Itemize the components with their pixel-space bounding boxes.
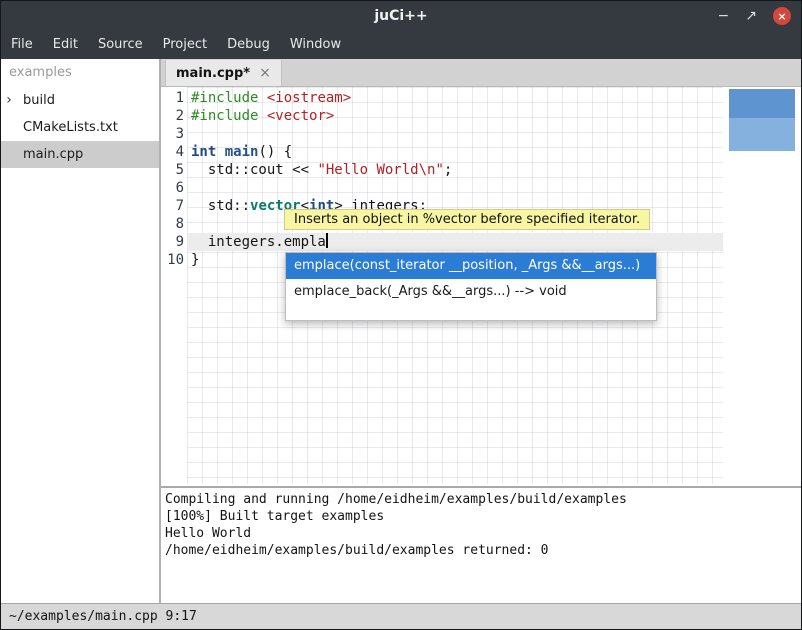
- window-title: juCi++: [1, 1, 801, 31]
- maximize-button[interactable]: ↗: [745, 9, 757, 23]
- code-line[interactable]: 5 std::cout << "Hello World\n";: [161, 161, 723, 179]
- tabbar: main.cpp* ×: [161, 59, 801, 87]
- code-line[interactable]: 2 #include <vector>: [161, 107, 723, 125]
- build-output-terminal[interactable]: Compiling and running /home/eidheim/exam…: [161, 488, 801, 603]
- code-token: }: [191, 252, 199, 268]
- text-cursor: [326, 233, 328, 248]
- code-line[interactable]: 9 integers.empla: [161, 233, 723, 251]
- tree-item-label: main.cpp: [23, 141, 83, 168]
- line-number: 3: [161, 125, 184, 143]
- code-text: integers.empla: [191, 233, 328, 251]
- titlebar[interactable]: juCi++ − ↗ ×: [1, 1, 801, 31]
- code-text: #include <vector>: [191, 107, 334, 125]
- statusbar-path: ~/examples/main.cpp 9:17: [9, 609, 197, 624]
- main-area: examples › build CMakeLists.txt main.cpp…: [1, 59, 801, 603]
- scrollbar-map[interactable]: [729, 89, 795, 151]
- tab-main-cpp[interactable]: main.cpp* ×: [165, 60, 282, 86]
- menu-item-source[interactable]: Source: [88, 31, 153, 59]
- code-token: #include: [191, 90, 258, 106]
- line-number: 6: [161, 179, 184, 197]
- line-number: 7: [161, 197, 184, 215]
- completion-item-emplace-back[interactable]: emplace_back(_Args &&__args...) --> void: [286, 279, 656, 305]
- menu-item-file[interactable]: File: [1, 31, 43, 59]
- code-token: integers.empla: [191, 234, 326, 250]
- code-token: std::: [191, 198, 250, 214]
- file-tree-sidebar: examples › build CMakeLists.txt main.cpp: [1, 59, 161, 603]
- menubar: File Edit Source Project Debug Window: [1, 31, 801, 59]
- line-number: 4: [161, 143, 184, 161]
- code-token: main: [225, 144, 259, 160]
- code-token: [258, 108, 266, 124]
- terminal-line: /home/eidheim/examples/build/examples re…: [165, 542, 801, 559]
- code-lines: 1 #include <iostream> 2 #include <vector…: [161, 89, 723, 269]
- code-text: int main() {: [191, 143, 292, 161]
- tab-close-icon[interactable]: ×: [259, 66, 271, 80]
- code-line[interactable]: 1 #include <iostream>: [161, 89, 723, 107]
- code-token: <vector>: [267, 108, 334, 124]
- terminal-line: Hello World: [165, 525, 801, 542]
- line-number: 8: [161, 215, 184, 233]
- statusbar: ~/examples/main.cpp 9:17: [1, 603, 801, 629]
- line-number: 10: [161, 251, 184, 269]
- line-number: 2: [161, 107, 184, 125]
- code-token: [216, 144, 224, 160]
- juci-window: juCi++ − ↗ × File Edit Source Project De…: [0, 0, 802, 630]
- terminal-line: Compiling and running /home/eidheim/exam…: [165, 491, 801, 508]
- menu-item-window[interactable]: Window: [280, 31, 351, 59]
- menu-item-debug[interactable]: Debug: [217, 31, 280, 59]
- chevron-right-icon[interactable]: ›: [1, 87, 17, 114]
- completion-item-emplace[interactable]: emplace(const_iterator __position, _Args…: [286, 253, 656, 279]
- tree-item-main-cpp[interactable]: main.cpp: [1, 141, 159, 168]
- tree-item-cmakelists[interactable]: CMakeLists.txt: [1, 114, 159, 141]
- code-token: <iostream>: [267, 90, 351, 106]
- tree-item-label: CMakeLists.txt: [23, 114, 118, 141]
- code-line[interactable]: 6: [161, 179, 723, 197]
- line-number: 9: [161, 233, 184, 251]
- tab-label: main.cpp*: [176, 66, 250, 81]
- doc-tooltip: Inserts an object in %vector before spec…: [284, 209, 650, 230]
- code-token: () {: [258, 144, 292, 160]
- terminal-line: [100%] Built target examples: [165, 508, 801, 525]
- code-token: std::cout <<: [191, 162, 317, 178]
- code-editor[interactable]: 1 #include <iostream> 2 #include <vector…: [161, 87, 801, 486]
- code-token: ;: [444, 162, 452, 178]
- code-token: int: [191, 144, 216, 160]
- code-token: #include: [191, 108, 258, 124]
- code-line[interactable]: 4 int main() {: [161, 143, 723, 161]
- line-number: 5: [161, 161, 184, 179]
- tree-item-build[interactable]: › build: [1, 87, 159, 114]
- minimize-button[interactable]: −: [718, 9, 730, 23]
- editor-column: main.cpp* × 1 #include <iostream> 2 #inc…: [161, 59, 801, 603]
- code-line[interactable]: 3: [161, 125, 723, 143]
- tree-item-label: build: [23, 87, 55, 114]
- code-token: "Hello World\n": [317, 162, 443, 178]
- close-button[interactable]: ×: [773, 7, 791, 25]
- window-controls: − ↗ ×: [718, 1, 791, 31]
- project-name: examples: [1, 59, 159, 87]
- line-number: 1: [161, 89, 184, 107]
- code-text: }: [191, 251, 199, 269]
- menu-item-edit[interactable]: Edit: [43, 31, 88, 59]
- completion-popup: emplace(const_iterator __position, _Args…: [285, 252, 657, 321]
- code-token: [258, 90, 266, 106]
- menu-item-project[interactable]: Project: [153, 31, 217, 59]
- code-text: #include <iostream>: [191, 89, 351, 107]
- code-text: std::cout << "Hello World\n";: [191, 161, 452, 179]
